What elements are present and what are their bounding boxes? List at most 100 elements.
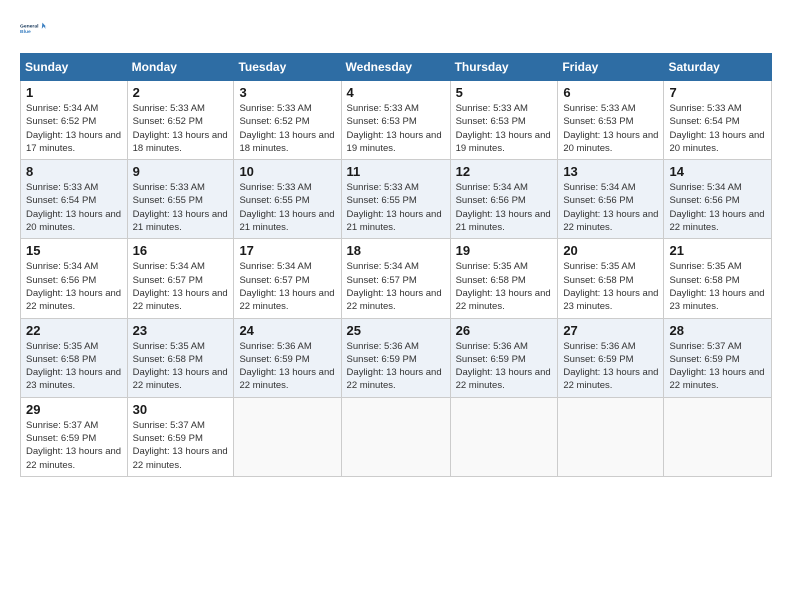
day-info: Sunrise: 5:34 AMSunset: 6:52 PMDaylight:… <box>26 102 122 155</box>
day-number: 7 <box>669 85 766 100</box>
header: GeneralBlue <box>20 15 772 43</box>
calendar-cell: 3 Sunrise: 5:33 AMSunset: 6:52 PMDaylight… <box>234 81 341 160</box>
logo-icon: GeneralBlue <box>20 15 48 43</box>
calendar-cell <box>234 397 341 476</box>
calendar-cell <box>450 397 558 476</box>
day-info: Sunrise: 5:34 AMSunset: 6:56 PMDaylight:… <box>26 260 122 313</box>
day-info: Sunrise: 5:35 AMSunset: 6:58 PMDaylight:… <box>133 340 229 393</box>
calendar-cell: 16 Sunrise: 5:34 AMSunset: 6:57 PMDayligh… <box>127 239 234 318</box>
calendar-cell: 29Sunrise: 5:37 AMSunset: 6:59 PMDayligh… <box>21 397 128 476</box>
header-thursday: Thursday <box>450 54 558 81</box>
day-info: Sunrise: 5:35 AMSunset: 6:58 PMDaylight:… <box>669 260 766 313</box>
day-info: Sunrise: 5:33 AMSunset: 6:52 PMDaylight:… <box>239 102 335 155</box>
day-number: 23 <box>133 323 229 338</box>
calendar-cell: 15 Sunrise: 5:34 AMSunset: 6:56 PMDayligh… <box>21 239 128 318</box>
calendar-cell: 4 Sunrise: 5:33 AMSunset: 6:53 PMDaylight… <box>341 81 450 160</box>
day-info: Sunrise: 5:33 AMSunset: 6:53 PMDaylight:… <box>347 102 445 155</box>
calendar-cell: 10Sunrise: 5:33 AMSunset: 6:55 PMDayligh… <box>234 160 341 239</box>
calendar-cell: 13 Sunrise: 5:34 AMSunset: 6:56 PMDayligh… <box>558 160 664 239</box>
calendar-cell: 20 Sunrise: 5:35 AMSunset: 6:58 PMDayligh… <box>558 239 664 318</box>
day-number: 11 <box>347 164 445 179</box>
day-info: Sunrise: 5:34 AMSunset: 6:56 PMDaylight:… <box>563 181 658 234</box>
day-number: 28 <box>669 323 766 338</box>
day-number: 19 <box>456 243 553 258</box>
day-number: 2 <box>133 85 229 100</box>
day-info: Sunrise: 5:33 AMSunset: 6:52 PMDaylight:… <box>133 102 229 155</box>
calendar-cell: 26Sunrise: 5:36 AMSunset: 6:59 PMDayligh… <box>450 318 558 397</box>
header-wednesday: Wednesday <box>341 54 450 81</box>
day-info: Sunrise: 5:37 AMSunset: 6:59 PMDaylight:… <box>133 419 229 472</box>
calendar-cell: 18Sunrise: 5:34 AMSunset: 6:57 PMDayligh… <box>341 239 450 318</box>
calendar-row: 15 Sunrise: 5:34 AMSunset: 6:56 PMDayligh… <box>21 239 772 318</box>
calendar-cell: 28 Sunrise: 5:37 AMSunset: 6:59 PMDayligh… <box>664 318 772 397</box>
day-number: 9 <box>133 164 229 179</box>
day-number: 4 <box>347 85 445 100</box>
header-friday: Friday <box>558 54 664 81</box>
calendar-cell: 14 Sunrise: 5:34 AMSunset: 6:56 PMDayligh… <box>664 160 772 239</box>
calendar-cell: 2 Sunrise: 5:33 AMSunset: 6:52 PMDaylight… <box>127 81 234 160</box>
svg-text:General: General <box>20 24 39 30</box>
calendar-cell: 23 Sunrise: 5:35 AMSunset: 6:58 PMDayligh… <box>127 318 234 397</box>
calendar-row: 29 Sunrise: 5:37 AMSunset: 6:59 PMDayligh… <box>21 397 772 476</box>
calendar-cell: 9 Sunrise: 5:33 AMSunset: 6:55 PMDaylight… <box>127 160 234 239</box>
day-info: Sunrise: 5:35 AMSunset: 6:58 PMDaylight:… <box>563 260 658 313</box>
day-info: Sunrise: 5:33 AMSunset: 6:55 PMDaylight:… <box>239 181 335 234</box>
calendar-cell: 19 Sunrise: 5:35 AMSunset: 6:58 PMDayligh… <box>450 239 558 318</box>
day-number: 30 <box>133 402 229 417</box>
header-saturday: Saturday <box>664 54 772 81</box>
day-number: 26 <box>456 323 553 338</box>
day-number: 17 <box>239 243 335 258</box>
day-info: Sunrise: 5:33 AMSunset: 6:55 PMDaylight:… <box>133 181 229 234</box>
day-number: 3 <box>239 85 335 100</box>
day-number: 29 <box>26 402 122 417</box>
calendar-row: 22 Sunrise: 5:35 AMSunset: 6:58 PMDayligh… <box>21 318 772 397</box>
calendar-cell: 17 Sunrise: 5:34 AMSunset: 6:57 PMDayligh… <box>234 239 341 318</box>
svg-text:Blue: Blue <box>20 29 31 35</box>
day-number: 5 <box>456 85 553 100</box>
calendar-body: 1Sunrise: 5:34 AMSunset: 6:52 PMDaylight… <box>21 81 772 477</box>
day-info: Sunrise: 5:34 AMSunset: 6:56 PMDaylight:… <box>669 181 766 234</box>
day-number: 18 <box>347 243 445 258</box>
day-info: Sunrise: 5:35 AMSunset: 6:58 PMDaylight:… <box>26 340 122 393</box>
day-number: 27 <box>563 323 658 338</box>
day-number: 8 <box>26 164 122 179</box>
calendar-cell: 25 Sunrise: 5:36 AMSunset: 6:59 PMDayligh… <box>341 318 450 397</box>
day-info: Sunrise: 5:37 AMSunset: 6:59 PMDaylight:… <box>669 340 766 393</box>
header-row: SundayMondayTuesdayWednesdayThursdayFrid… <box>21 54 772 81</box>
day-info: Sunrise: 5:35 AMSunset: 6:58 PMDaylight:… <box>456 260 553 313</box>
day-info: Sunrise: 5:34 AMSunset: 6:57 PMDaylight:… <box>239 260 335 313</box>
day-number: 25 <box>347 323 445 338</box>
day-info: Sunrise: 5:34 AMSunset: 6:57 PMDaylight:… <box>133 260 229 313</box>
calendar-cell: 1Sunrise: 5:34 AMSunset: 6:52 PMDaylight… <box>21 81 128 160</box>
day-number: 16 <box>133 243 229 258</box>
header-sunday: Sunday <box>21 54 128 81</box>
day-number: 20 <box>563 243 658 258</box>
calendar-cell <box>558 397 664 476</box>
calendar-table: SundayMondayTuesdayWednesdayThursdayFrid… <box>20 53 772 477</box>
calendar-cell: 7Sunrise: 5:33 AMSunset: 6:54 PMDaylight… <box>664 81 772 160</box>
day-info: Sunrise: 5:36 AMSunset: 6:59 PMDaylight:… <box>563 340 658 393</box>
logo: GeneralBlue <box>20 15 48 43</box>
day-info: Sunrise: 5:33 AMSunset: 6:55 PMDaylight:… <box>347 181 445 234</box>
day-number: 24 <box>239 323 335 338</box>
calendar-page: GeneralBlue SundayMondayTuesdayWednesday… <box>0 0 792 612</box>
calendar-cell <box>664 397 772 476</box>
calendar-cell: 11 Sunrise: 5:33 AMSunset: 6:55 PMDayligh… <box>341 160 450 239</box>
calendar-cell: 24Sunrise: 5:36 AMSunset: 6:59 PMDayligh… <box>234 318 341 397</box>
day-number: 13 <box>563 164 658 179</box>
day-number: 15 <box>26 243 122 258</box>
day-number: 12 <box>456 164 553 179</box>
header-monday: Monday <box>127 54 234 81</box>
calendar-header: SundayMondayTuesdayWednesdayThursdayFrid… <box>21 54 772 81</box>
day-number: 21 <box>669 243 766 258</box>
calendar-cell: 6Sunrise: 5:33 AMSunset: 6:53 PMDaylight… <box>558 81 664 160</box>
day-info: Sunrise: 5:36 AMSunset: 6:59 PMDaylight:… <box>347 340 445 393</box>
day-info: Sunrise: 5:33 AMSunset: 6:54 PMDaylight:… <box>26 181 122 234</box>
day-number: 6 <box>563 85 658 100</box>
day-number: 22 <box>26 323 122 338</box>
calendar-cell: 8 Sunrise: 5:33 AMSunset: 6:54 PMDaylight… <box>21 160 128 239</box>
day-info: Sunrise: 5:33 AMSunset: 6:53 PMDaylight:… <box>456 102 553 155</box>
day-number: 14 <box>669 164 766 179</box>
calendar-cell: 22 Sunrise: 5:35 AMSunset: 6:58 PMDayligh… <box>21 318 128 397</box>
header-tuesday: Tuesday <box>234 54 341 81</box>
